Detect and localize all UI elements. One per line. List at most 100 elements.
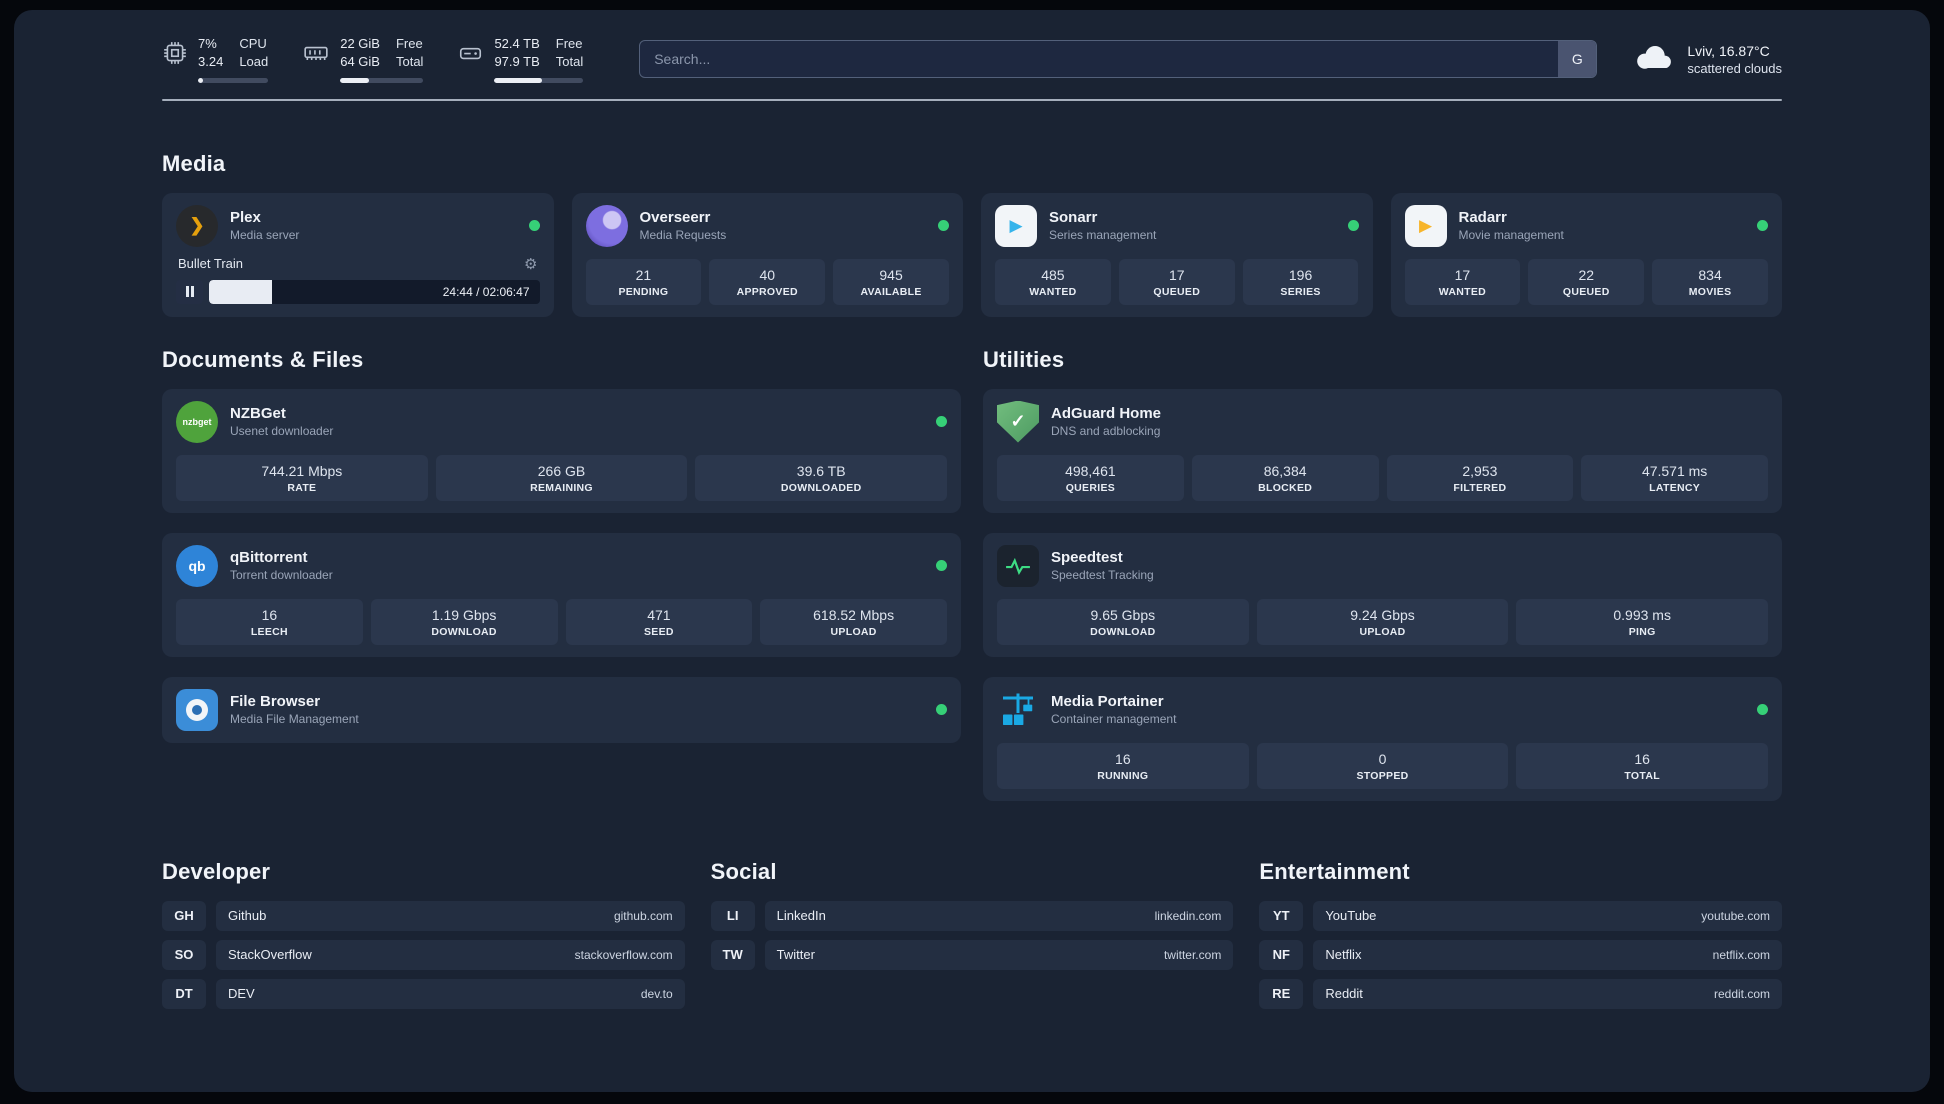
section-documents: Documents & Files nzbget NZBGet Usenet d… [162,347,961,743]
cpu-load-value: 3.24 [198,54,224,70]
link-row-dev: DT DEV dev.to [162,978,685,1009]
stats-row: 744.21 Mbps RATE 266 GB REMAINING 39.6 T… [176,454,948,501]
app-card-filebrowser[interactable]: File Browser Media File Management [162,676,961,743]
ram-free-value: 22 GiB [340,36,380,51]
app-subtitle: Media File Management [230,712,359,726]
status-dot [1757,220,1768,231]
stat-value: 22 [1578,266,1595,283]
settings-gear-icon[interactable]: ⚙ [524,255,537,273]
search-input[interactable] [639,40,1598,79]
stat-value: 86,384 [1263,462,1307,479]
stat-label: TOTAL [1624,769,1660,782]
stat-box: 1.19 Gbps DOWNLOAD [370,598,558,645]
stat-label: DOWNLOADED [780,481,862,494]
disk-usage-bar-fill [494,77,543,83]
sonarr-icon: ▶ [995,204,1037,247]
stat-value: 0 [1378,750,1387,767]
card-header: Media Portainer Container management [997,689,1768,731]
ram-usage-bar [340,77,424,83]
link-name: Twitter [776,947,815,962]
playback-time: 24:44 / 02:06:47 [442,284,530,299]
stat-label: RATE [287,481,317,494]
app-card-plex[interactable]: ❯ Plex Media server Bullet Train ⚙ 24:44… [162,192,554,317]
stackoverflow-link[interactable]: StackOverflow stackoverflow.com [216,939,685,970]
link-name: Netflix [1325,947,1362,962]
weather-widget: Lviv, 16.87°C scattered clouds [1631,43,1782,76]
stat-box: 17 QUEUED [1118,258,1235,305]
stat-label: DOWNLOAD [431,625,497,638]
stat-value: 834 [1698,266,1722,283]
cpu-usage-bar [198,77,269,83]
stat-label: QUERIES [1065,481,1116,494]
disk-label-bottom: Total [555,54,584,70]
topbar: 7% 3.24 CPU Load 22 GiB 64 GiB Free Tota… [162,36,1782,83]
app-name: Overseerr [639,209,711,226]
github-icon[interactable]: GH [162,900,206,931]
app-subtitle: Speedtest Tracking [1051,568,1154,582]
stat-label: STOPPED [1356,769,1409,782]
app-subtitle: Container management [1051,712,1177,726]
linkedin-icon[interactable]: LI [710,900,755,931]
app-card-portainer[interactable]: Media Portainer Container management 16 … [983,676,1782,801]
linkedin-link[interactable]: LinkedIn linkedin.com [764,900,1234,931]
stat-value: 618.52 Mbps [813,606,895,623]
playback-progress-bar[interactable]: 24:44 / 02:06:47 [209,279,540,304]
radarr-icon: ▶ [1404,204,1447,247]
ram-label-bottom: Total [395,54,424,70]
card-header: ✓ AdGuard Home DNS and adblocking [997,400,1768,443]
disk-usage-bar [494,77,584,83]
app-card-sonarr[interactable]: ▶ Sonarr Series management 485 WANTED 17 [981,192,1373,317]
link-name: YouTube [1325,908,1377,923]
stat-box: 22 QUEUED [1528,258,1645,305]
netflix-link[interactable]: Netflix netflix.com [1313,939,1782,970]
app-card-adguard[interactable]: ✓ AdGuard Home DNS and adblocking 498,46… [983,388,1782,513]
twitter-icon[interactable]: TW [710,939,755,970]
github-link[interactable]: Github github.com [216,900,685,931]
netflix-icon[interactable]: NF [1259,939,1304,970]
youtube-link[interactable]: YouTube youtube.com [1313,900,1782,931]
stat-box: 618.52 Mbps UPLOAD [760,598,947,645]
stat-value: 1.19 Gbps [431,606,497,623]
twitter-link[interactable]: Twitter twitter.com [764,939,1234,970]
stat-label: LEECH [250,625,288,638]
stats-row: 17 WANTED 22 QUEUED 834 MOVIES [1404,258,1769,305]
app-name: Media Portainer [1051,693,1164,710]
overseerr-icon [585,204,628,247]
cpu-label-bottom: Load [239,54,269,70]
search-engine-button[interactable]: G [1558,41,1597,78]
stats-row: 498,461 QUERIES 86,384 BLOCKED 2,953 FIL… [997,454,1768,501]
stat-label: DOWNLOAD [1090,625,1156,638]
stat-box: 498,461 QUERIES [997,454,1184,501]
app-card-speedtest[interactable]: Speedtest Speedtest Tracking 9.65 Gbps D… [983,532,1782,657]
stat-label: RUNNING [1097,769,1149,782]
stat-label: APPROVED [736,285,798,298]
stat-label: LATENCY [1649,481,1701,494]
dev-link[interactable]: DEV dev.to [216,978,685,1009]
card-header: Speedtest Speedtest Tracking [997,544,1768,587]
stackoverflow-icon[interactable]: SO [162,939,206,970]
stat-value: 471 [647,606,671,623]
app-card-qbittorrent[interactable]: qb qBittorrent Torrent downloader 16 LEE… [162,532,961,657]
stat-value: 16 [261,606,278,623]
link-row-stackoverflow: SO StackOverflow stackoverflow.com [162,939,685,970]
reddit-icon[interactable]: RE [1259,978,1304,1009]
stat-box: 485 WANTED [995,258,1111,305]
link-name: StackOverflow [228,947,312,962]
disk-total-value: 97.9 TB [494,54,540,70]
app-card-overseerr[interactable]: Overseerr Media Requests 21 PENDING 40 A… [571,192,963,317]
dev-icon[interactable]: DT [162,978,206,1009]
app-card-radarr[interactable]: ▶ Radarr Movie management 17 WANTED 22 Q… [1390,192,1782,317]
stat-box: 744.21 Mbps RATE [176,454,428,501]
radarr-icon-glyph: ▶ [1418,215,1433,235]
youtube-icon[interactable]: YT [1259,900,1304,931]
app-card-nzbget[interactable]: nzbget NZBGet Usenet downloader 744.21 M… [162,388,961,513]
stat-value: 485 [1041,266,1065,283]
section-social: Social LI LinkedIn linkedin.com TW Twitt… [710,859,1234,1018]
link-name: LinkedIn [776,908,826,923]
link-url: reddit.com [1713,986,1770,1001]
pause-button[interactable] [176,279,203,304]
link-url: dev.to [640,986,673,1001]
status-dot [938,220,949,231]
adguard-shield-icon: ✓ [997,400,1039,443]
reddit-link[interactable]: Reddit reddit.com [1313,978,1782,1009]
